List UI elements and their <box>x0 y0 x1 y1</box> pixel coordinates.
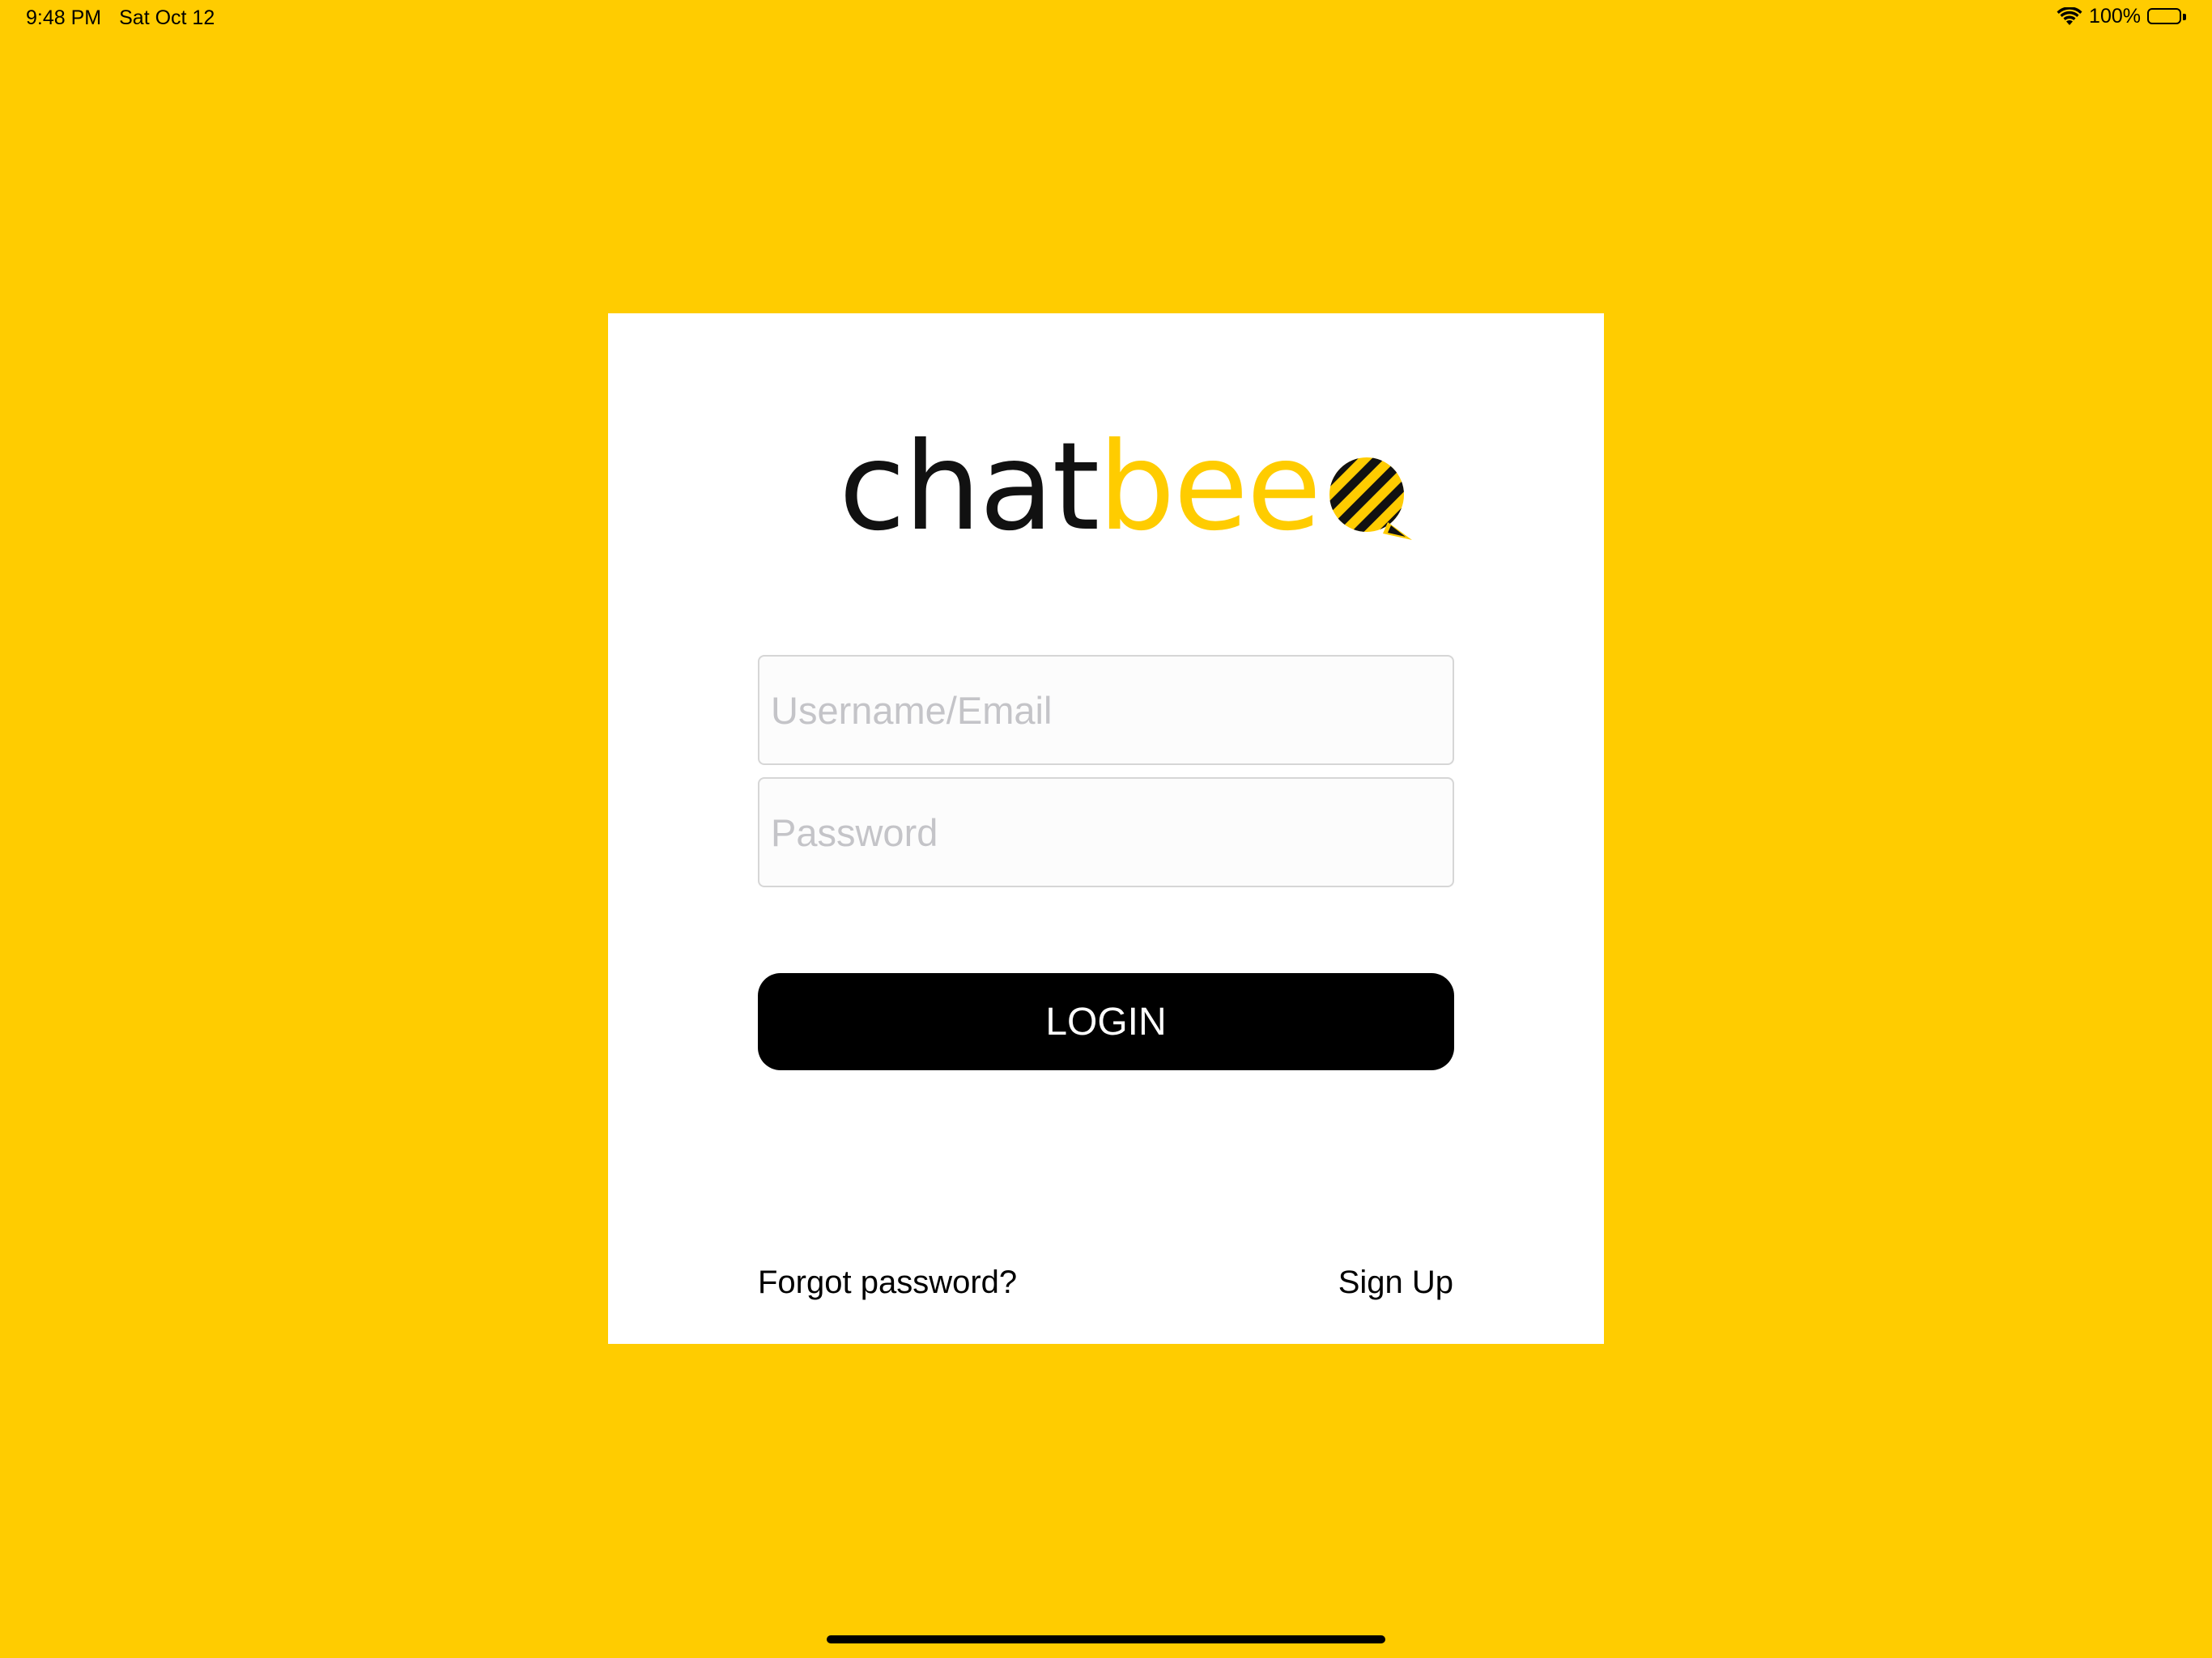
logo-wordmark: chatbee <box>839 427 1321 548</box>
password-input[interactable] <box>758 777 1454 887</box>
battery-icon <box>2147 7 2188 26</box>
status-time: 9:48 PM <box>26 6 102 29</box>
status-left: 9:48 PM Sat Oct 12 <box>26 6 215 30</box>
app-logo: chatbee <box>839 427 1415 548</box>
logo-text-bee: bee <box>1098 417 1321 558</box>
battery-percent: 100% <box>2089 5 2141 28</box>
forgot-password-link[interactable]: Forgot password? <box>758 1265 1017 1301</box>
home-indicator[interactable] <box>827 1635 1385 1643</box>
speech-bubble-striped-icon <box>1325 453 1415 543</box>
login-card: chatbee Username/Email LOGIN Forgot pass… <box>608 313 1604 1344</box>
login-button-label: LOGIN <box>1045 1000 1167 1044</box>
logo-text-chat: chat <box>839 417 1100 558</box>
sign-up-link[interactable]: Sign Up <box>1338 1265 1453 1301</box>
login-button[interactable]: LOGIN <box>758 973 1454 1070</box>
wifi-icon <box>2057 6 2082 27</box>
username-email-input[interactable] <box>758 655 1454 765</box>
status-right: 100% <box>2057 5 2188 28</box>
status-date: Sat Oct 12 <box>119 6 215 29</box>
status-bar: 9:48 PM Sat Oct 12 100% <box>0 0 2212 39</box>
